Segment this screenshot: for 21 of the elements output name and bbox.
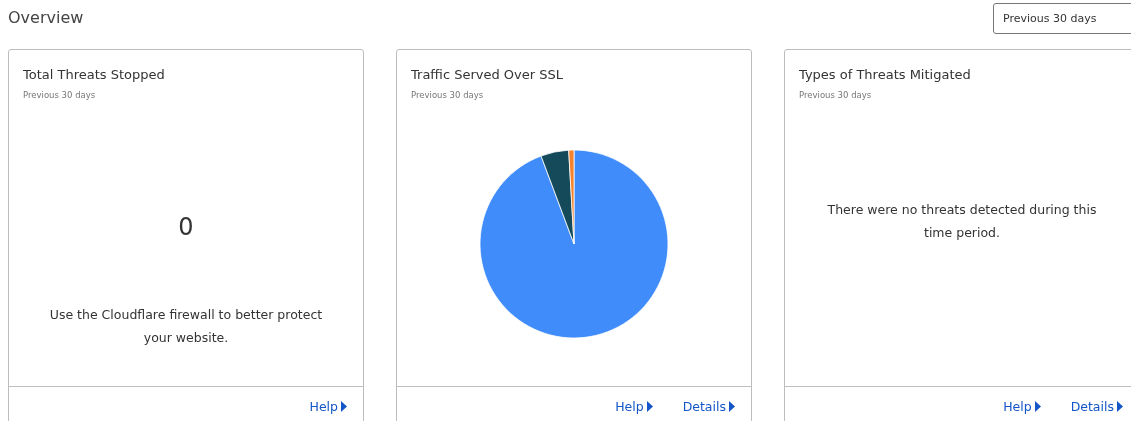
card-title: Types of Threats Mitigated (799, 67, 972, 82)
page-title: Overview (8, 8, 84, 27)
card-subtitle: Previous 30 days (799, 90, 873, 100)
triangle-right-icon (1117, 400, 1123, 412)
link[interactable]: Details (1070, 397, 1123, 415)
triangle-right-icon (646, 400, 653, 412)
link[interactable]: Details (682, 397, 735, 415)
card-title: Traffic Served Over SSL (411, 67, 564, 82)
card-subtitle: Previous 30 days (411, 90, 485, 100)
triangle-right-icon (1034, 400, 1041, 412)
period-dropdown[interactable]: Previous 30 days (993, 3, 1131, 34)
link[interactable]: Help (1003, 397, 1041, 415)
threat-count: 0 (178, 213, 194, 241)
triangle-right-icon (729, 400, 735, 412)
triangle-right-icon (341, 400, 347, 412)
card-title: Total Threats Stopped (23, 67, 166, 82)
info-message: Use the Cloudflare firewall to better protect your website. (48, 306, 324, 347)
link[interactable]: Help (309, 397, 347, 415)
card-subtitle: Previous 30 days (23, 90, 97, 100)
link[interactable]: Help (615, 397, 653, 415)
info-message: There were no threats detected during this time period. (826, 201, 1098, 242)
